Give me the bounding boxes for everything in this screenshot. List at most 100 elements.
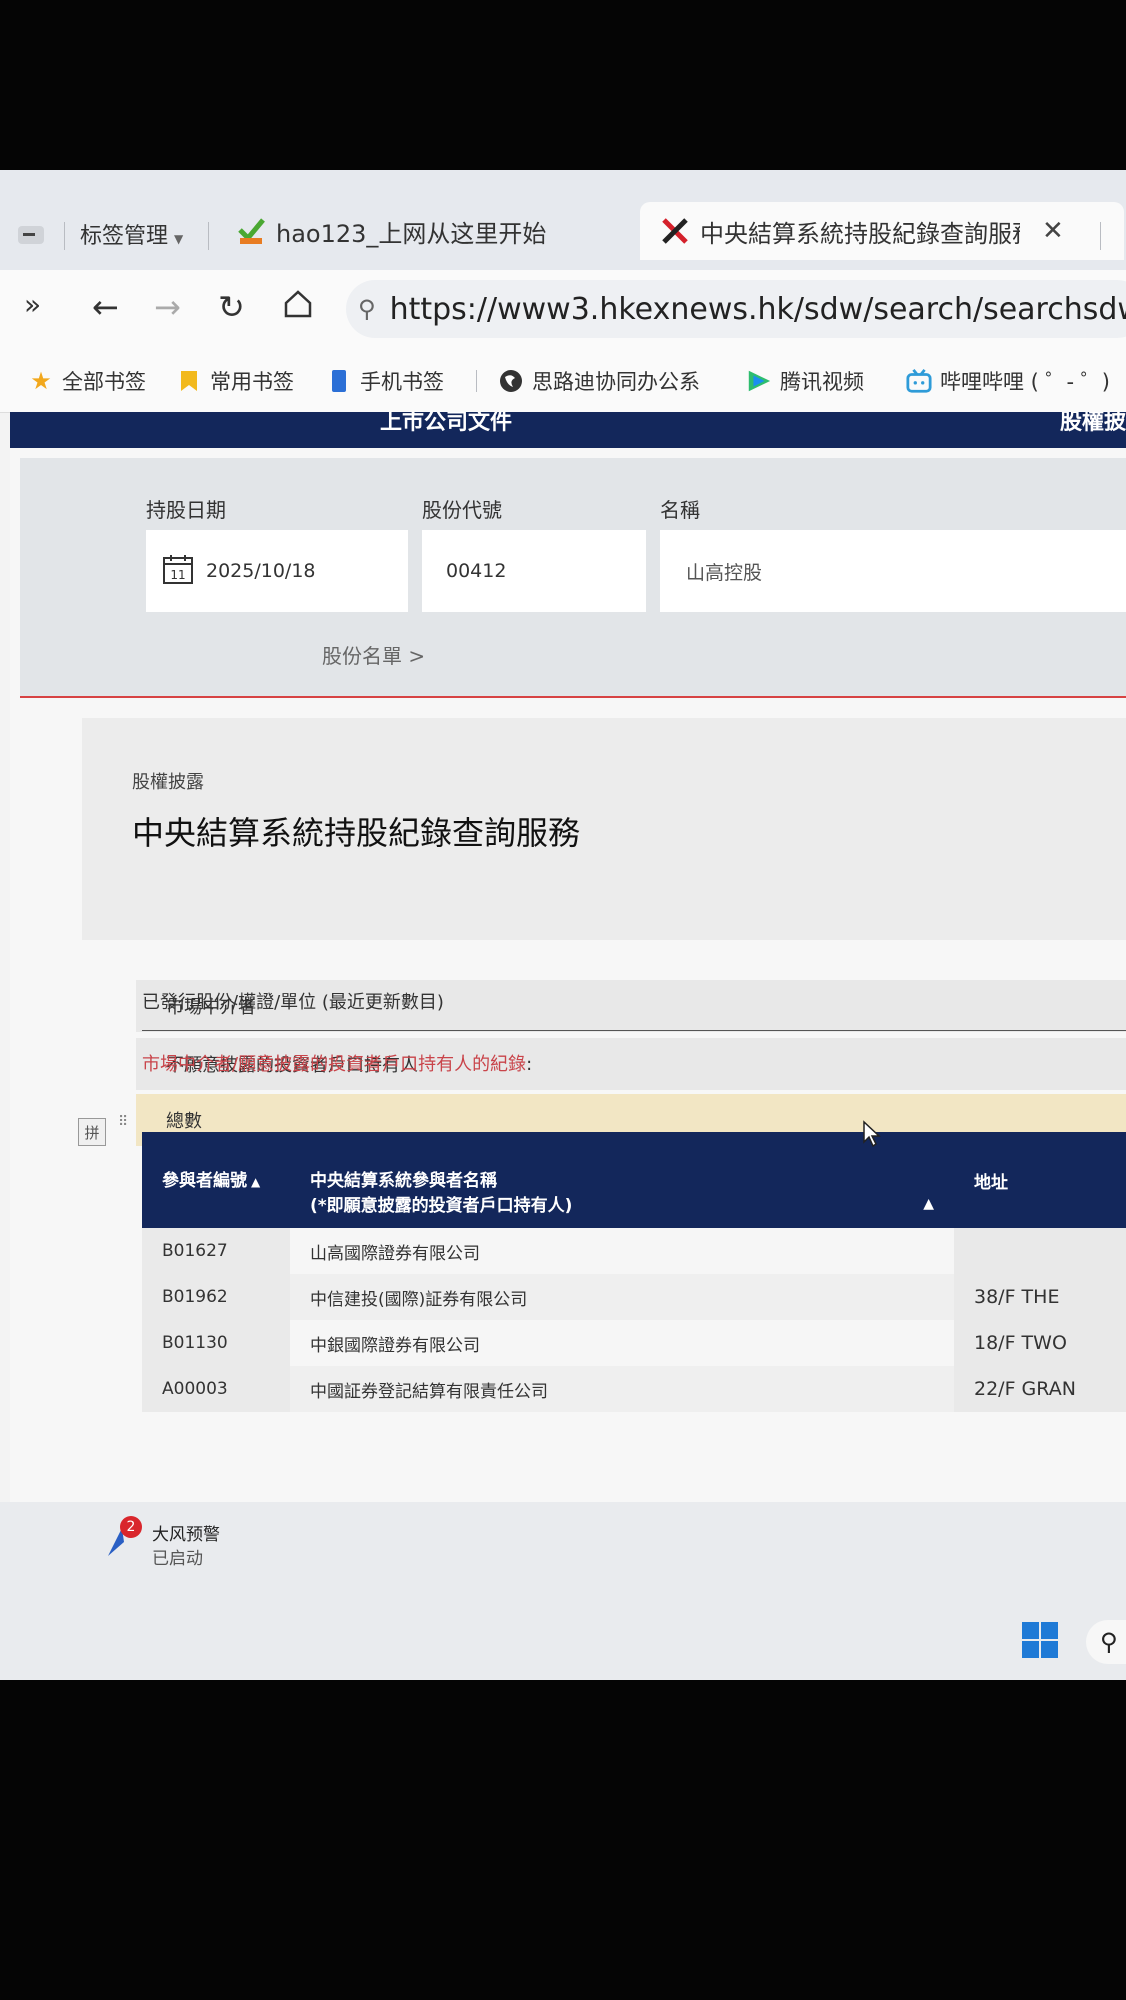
tab-manager-button[interactable]: 标签管理 ▼ xyxy=(80,218,183,250)
phone-icon xyxy=(326,368,352,394)
star-icon: ★ xyxy=(30,367,52,395)
nav-disclosure[interactable]: 股權披 xyxy=(1060,412,1126,436)
tab-manager-label: 标签管理 xyxy=(80,224,169,249)
tab-hkex[interactable]: 中央結算系統持股紀錄查詢服務 ✕ xyxy=(640,202,1124,260)
stock-name-label: 名稱 xyxy=(660,498,700,522)
date-field[interactable]: 11 2025/10/18 xyxy=(146,530,408,612)
bookmark-tencent[interactable]: 腾讯视频 xyxy=(746,366,864,396)
stock-code-label: 股份代號 xyxy=(422,498,502,522)
browser-tab-bar: 标签管理 ▼ hao123_上网从这里开始 中央結算系統持股紀錄查詢服務 ✕ xyxy=(0,170,1126,270)
column-header-address[interactable]: 地址 xyxy=(954,1132,1126,1228)
site-header: 上市公司文件 股權披 xyxy=(10,412,1126,448)
bilibili-icon xyxy=(906,368,932,394)
records-note-colon: : xyxy=(526,1054,533,1075)
records-note: 市場中介者/願意披露的投資者戶口持有人的紀錄: xyxy=(142,1050,532,1076)
records-note-text: 市場中介者/願意披露的投資者戶口持有人的紀錄 xyxy=(142,1054,527,1075)
home-icon[interactable] xyxy=(282,288,314,328)
screen: 标签管理 ▼ hao123_上网从这里开始 中央結算系統持股紀錄查詢服務 ✕ » … xyxy=(0,170,1126,1680)
tab-separator xyxy=(208,222,209,250)
table-row: A00003 中國証券登記結算有限責任公司 22/F GRAN xyxy=(142,1366,1126,1412)
address-bar[interactable]: ⚲ https://www3.hkexnews.hk/sdw/search/se… xyxy=(346,280,1126,338)
table-row: B01962 中信建投(國際)証券有限公司 38/F THE xyxy=(142,1274,1126,1320)
forward-arrow-icon[interactable]: → xyxy=(154,288,181,326)
bookmark-bilibili[interactable]: 哔哩哔哩 ( ゜- ゜) xyxy=(906,366,1110,396)
back-arrow-icon[interactable]: ← xyxy=(92,288,119,326)
bookmark-separator xyxy=(476,370,477,392)
tab-separator xyxy=(64,222,65,250)
participant-name: 中銀國際證券有限公司 xyxy=(290,1320,954,1366)
table-row: B01130 中銀國際證券有限公司 18/F TWO xyxy=(142,1320,1126,1366)
windows-start-icon[interactable] xyxy=(1020,1620,1060,1664)
participant-address: 22/F GRAN xyxy=(954,1366,1126,1412)
bookmark-label: 思路迪协同办公系 xyxy=(532,370,700,394)
table-header-row: 參與者編號 ▲ ▲ 中央結算系統參與者名稱 (*即願意披露的投資者戶口持有人) 地… xyxy=(142,1132,1126,1228)
date-label: 持股日期 xyxy=(146,498,226,522)
participant-name: 山高國際證券有限公司 xyxy=(290,1228,954,1274)
web-page: 上市公司文件 股權披 持股日期 11 2025/10/18 股份代號 00412… xyxy=(10,412,1126,1502)
search-icon: ⚲ xyxy=(358,295,376,323)
bookmark-label: 全部书签 xyxy=(62,370,146,394)
notification-badge: 2 xyxy=(120,1516,142,1538)
participant-id: B01130 xyxy=(142,1320,290,1366)
taskbar: 2 大风预警 已启动 ⚲ xyxy=(0,1502,1126,1680)
hao123-icon xyxy=(236,216,266,246)
calendar-icon[interactable]: 11 xyxy=(162,553,194,590)
bookmark-label: 哔哩哔哩 ( ゜- ゜) xyxy=(940,370,1110,394)
date-value: 2025/10/18 xyxy=(206,560,316,582)
hkex-logo-icon xyxy=(660,216,690,246)
participant-table: 參與者編號 ▲ ▲ 中央結算系統參與者名稱 (*即願意披露的投資者戶口持有人) 地… xyxy=(142,1132,1126,1412)
participant-name: 中信建投(國際)証券有限公司 xyxy=(290,1274,954,1320)
mouse-cursor-icon xyxy=(862,1120,882,1152)
nav-listed-company-docs[interactable]: 上市公司文件 xyxy=(380,412,512,436)
tab-title: 中央結算系統持股紀錄查詢服務 xyxy=(700,219,1020,248)
bookmark-icon xyxy=(176,368,202,394)
weather-alert-title: 大风预警 xyxy=(152,1525,220,1545)
search-panel: 持股日期 11 2025/10/18 股份代號 00412 名稱 山高控股 股份… xyxy=(20,458,1126,698)
tab-hao123[interactable]: hao123_上网从这里开始 xyxy=(236,202,596,260)
close-icon[interactable]: ✕ xyxy=(1042,216,1064,246)
tencent-video-icon xyxy=(746,368,772,394)
tab-title: hao123_上网从这里开始 xyxy=(276,219,547,248)
divider xyxy=(142,1030,1126,1031)
participant-address xyxy=(954,1228,1126,1274)
participant-address: 18/F TWO xyxy=(954,1320,1126,1366)
issued-shares-label: 已發行股份/權證/單位 (最近更新數目) xyxy=(142,992,444,1013)
bookmark-sirui[interactable]: 思路迪协同办公系 xyxy=(498,366,720,396)
sort-up-icon[interactable]: ▲ xyxy=(923,1196,934,1212)
header-label: 中央結算系統參與者名稱 xyxy=(310,1171,497,1191)
stock-name-input[interactable]: 山高控股 xyxy=(660,530,1126,612)
bookmark-phone[interactable]: 手机书签 xyxy=(326,366,444,396)
column-header-name[interactable]: ▲ 中央結算系統參與者名稱 (*即願意披露的投資者戶口持有人) xyxy=(290,1132,954,1228)
tab-list-icon[interactable] xyxy=(16,220,50,250)
stock-name-value: 山高控股 xyxy=(686,561,763,584)
header-label-note: (*即願意披露的投資者戶口持有人) xyxy=(310,1196,573,1216)
column-header-id[interactable]: 參與者編號 ▲ xyxy=(142,1132,290,1228)
globe-icon xyxy=(498,368,524,394)
bookmark-all[interactable]: ★ 全部书签 xyxy=(28,366,146,396)
bookmarks-bar: ★ 全部书签 常用书签 手机书签 思路迪协同办公系 腾讯视频 哔哩哔哩 (゜-… xyxy=(0,350,1126,413)
sort-up-icon[interactable]: ▲ xyxy=(251,1175,260,1189)
stock-code-input[interactable]: 00412 xyxy=(422,530,646,612)
participant-address: 38/F THE xyxy=(954,1274,1126,1320)
stock-code-value: 00412 xyxy=(446,560,507,582)
browser-nav-bar: » ← → ↻ ⚲ https://www3.hkexnews.hk/sdw/s… xyxy=(0,270,1126,350)
bookmark-label: 腾讯视频 xyxy=(780,370,864,394)
bookmark-common[interactable]: 常用书签 xyxy=(176,366,294,396)
calendar-day: 11 xyxy=(170,568,185,582)
more-chevrons-icon[interactable]: » xyxy=(24,288,41,321)
tab-separator xyxy=(1100,222,1101,250)
ime-handle-icon[interactable]: ⠿ xyxy=(118,1115,128,1129)
stock-list-link[interactable]: 股份名單 > xyxy=(322,640,425,669)
chevron-down-icon: ▼ xyxy=(174,232,184,246)
taskbar-search-icon[interactable]: ⚲ xyxy=(1086,1620,1126,1664)
ime-pinyin-indicator[interactable]: 拼 xyxy=(78,1118,106,1146)
reload-icon[interactable]: ↻ xyxy=(218,288,245,326)
participant-id: A00003 xyxy=(142,1366,290,1412)
header-label: 地址 xyxy=(974,1172,1008,1193)
weather-alert-status: 已启动 xyxy=(152,1549,203,1569)
url-text: https://www3.hkexnews.hk/sdw/search/sear… xyxy=(389,291,1126,327)
bookmark-label: 常用书签 xyxy=(210,370,294,394)
table-row: B01627 山高國際證券有限公司 xyxy=(142,1228,1126,1274)
bookmark-label: 手机书签 xyxy=(360,370,444,394)
participant-id: B01962 xyxy=(142,1274,290,1320)
